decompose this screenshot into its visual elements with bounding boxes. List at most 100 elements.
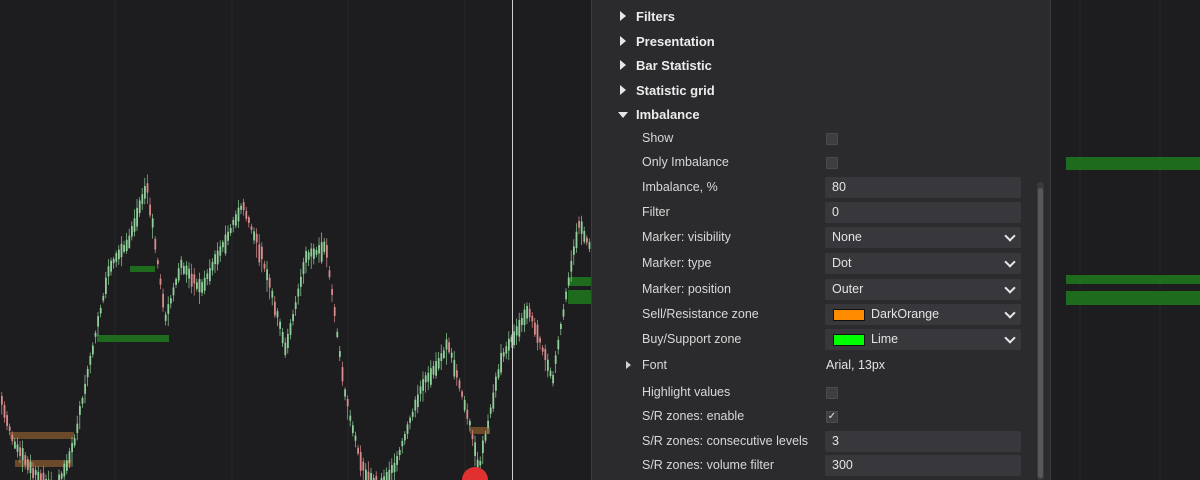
section-bar-statistic[interactable]: Bar Statistic — [592, 54, 1050, 78]
candle-body — [63, 463, 66, 477]
candle-body — [214, 254, 216, 265]
candle-body — [422, 379, 424, 391]
field-value: 3 — [832, 434, 839, 448]
candle-body — [235, 214, 237, 226]
candle-body — [573, 246, 575, 255]
only-imbalance-checkbox[interactable] — [826, 157, 838, 169]
candle-body — [357, 447, 359, 454]
candle-body — [375, 475, 378, 480]
prop-marker-visibility: Marker: visibility None — [592, 226, 1050, 250]
candle-body — [3, 404, 6, 418]
highlight-values-checkbox[interactable] — [826, 387, 838, 399]
candle-body — [489, 407, 492, 414]
candle-body — [222, 242, 224, 248]
prop-label: Marker: position — [642, 282, 731, 296]
sr-zone-bar — [130, 266, 155, 272]
sell-zone-color-select[interactable]: DarkOrange — [825, 304, 1021, 325]
sr-enable-checkbox[interactable]: ✓ — [826, 411, 838, 423]
sr-zone-bar — [470, 427, 490, 434]
panel-scrollbar[interactable] — [1037, 182, 1044, 480]
marker-type-select[interactable]: Dot — [825, 253, 1021, 274]
candle-body — [185, 265, 188, 275]
candle-body — [565, 291, 567, 300]
sr-volume-filter-input[interactable]: 300 — [825, 455, 1021, 476]
candle-body — [523, 309, 526, 326]
sr-zone-bar — [568, 277, 593, 286]
candle-body — [19, 447, 21, 457]
candle-body — [66, 460, 68, 471]
triangle-right-icon — [620, 11, 626, 21]
prop-font[interactable]: Font Arial, 13px — [592, 354, 1050, 378]
sell-zone-color-swatch — [833, 309, 865, 321]
prop-label: S/R zones: enable — [642, 409, 745, 423]
candle-body — [513, 331, 515, 346]
imbalance-pct-input[interactable]: 80 — [825, 177, 1021, 198]
candle-body — [76, 423, 79, 434]
prop-label: Buy/Support zone — [642, 332, 742, 346]
candle-body — [37, 471, 40, 480]
candle-body — [562, 309, 565, 317]
scrollbar-thumb[interactable] — [1038, 188, 1043, 478]
section-imbalance[interactable]: Imbalance — [592, 103, 1050, 127]
candle-body — [409, 417, 411, 423]
candle-body — [333, 307, 336, 316]
prop-label: Marker: visibility — [642, 230, 731, 244]
marker-position-select[interactable]: Outer — [825, 279, 1021, 300]
candle-body — [16, 444, 19, 452]
candle-body — [107, 266, 110, 277]
candle-body — [583, 231, 586, 242]
candle-body — [211, 261, 214, 271]
candle-body — [404, 433, 406, 441]
marker-visibility-select[interactable]: None — [825, 227, 1021, 248]
filter-input[interactable]: 0 — [825, 202, 1021, 223]
candle-body — [492, 392, 495, 409]
candle-body — [68, 451, 71, 464]
candle-body — [240, 205, 242, 210]
candle-body — [302, 262, 305, 275]
candle-body — [271, 290, 274, 298]
candle-body — [341, 367, 344, 382]
buy-zone-color-select[interactable]: Lime — [825, 329, 1021, 350]
sr-consecutive-input[interactable]: 3 — [825, 431, 1021, 452]
candle-body — [547, 359, 549, 371]
section-statistic-grid[interactable]: Statistic grid — [592, 79, 1050, 103]
candle-body — [552, 375, 554, 384]
candle-body — [469, 420, 471, 426]
candle-body — [554, 355, 557, 364]
candle-body — [84, 383, 86, 394]
candle-body — [250, 226, 253, 230]
candle-body — [203, 277, 206, 291]
candle-body — [284, 342, 287, 355]
candle-body — [188, 268, 190, 279]
field-value: 300 — [832, 458, 853, 472]
candle-body — [29, 461, 32, 474]
candle-body — [141, 194, 144, 204]
candle-body — [209, 267, 211, 282]
candle-body — [97, 316, 99, 327]
candle-body — [219, 246, 222, 256]
candle-body — [406, 424, 409, 434]
triangle-right-icon — [620, 36, 626, 46]
show-checkbox[interactable] — [826, 133, 838, 145]
candle-body — [133, 218, 136, 232]
candle-body — [81, 397, 84, 404]
select-value: Dot — [832, 256, 852, 270]
prop-buy-zone: Buy/Support zone Lime — [592, 328, 1050, 352]
sr-zone-bar — [10, 432, 74, 439]
candle-body — [89, 356, 92, 365]
candle-body — [118, 249, 120, 260]
candle-body — [242, 202, 245, 211]
section-label: Presentation — [636, 34, 715, 49]
triangle-right-icon[interactable] — [626, 361, 631, 369]
section-filters[interactable]: Filters — [592, 5, 1050, 29]
candle-body — [164, 314, 167, 321]
section-presentation[interactable]: Presentation — [592, 30, 1050, 54]
candle-body — [313, 248, 315, 259]
candle-body — [432, 365, 435, 375]
candle-body — [94, 332, 97, 337]
font-value[interactable]: Arial, 13px — [826, 358, 885, 372]
candle-body — [417, 394, 419, 408]
candle-body — [508, 338, 510, 351]
candle-body — [414, 399, 417, 411]
candle-body — [131, 226, 133, 237]
